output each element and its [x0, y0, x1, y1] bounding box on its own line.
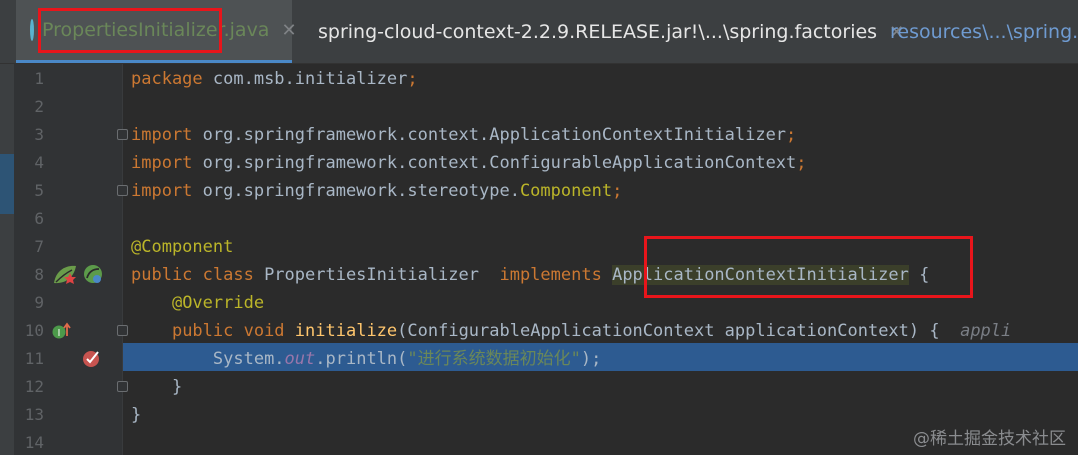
- code-line-12[interactable]: }: [131, 373, 182, 401]
- watermark: @稀土掘金技术社区: [913, 429, 1066, 449]
- editor-gutter: [14, 64, 122, 455]
- fold-marker[interactable]: [117, 381, 128, 392]
- call-end: );: [580, 349, 602, 369]
- close-tab-icon[interactable]: ✕: [281, 20, 296, 41]
- code-line-4[interactable]: import org.springframework.context.Confi…: [131, 149, 807, 177]
- code-line-11[interactable]: System.out.println("进行系统数据初始化");: [131, 345, 601, 373]
- annotation: @Component: [131, 237, 234, 257]
- tab-spring-factories[interactable]: spring-cloud-context-2.2.9.RELEASE.jar!\…: [296, 0, 904, 63]
- import-path: org.springframework.context.ApplicationC…: [192, 125, 787, 145]
- keyword: implements: [499, 265, 602, 285]
- import-path: org.springframework.context.Configurable…: [192, 153, 797, 173]
- implements-method-icon[interactable]: I: [51, 322, 73, 342]
- string-literal: "进行系统数据初始化": [407, 349, 581, 369]
- code-line-13[interactable]: }: [131, 401, 141, 429]
- annotation-box-interface: [644, 236, 973, 298]
- keyword: import: [131, 153, 193, 173]
- fold-marker[interactable]: [117, 325, 128, 336]
- code-line-5[interactable]: import org.springframework.stereotype.Co…: [131, 177, 622, 205]
- semicolon: ;: [786, 125, 797, 145]
- keyword: public class: [131, 265, 254, 285]
- tool-window-strip: [0, 64, 14, 455]
- line-number: 6: [34, 209, 44, 228]
- line-number: 10: [24, 321, 44, 340]
- code-line-3[interactable]: import org.springframework.context.Appli…: [131, 121, 796, 149]
- code-line-7[interactable]: @Component: [131, 233, 233, 261]
- strip-marker: [0, 154, 14, 214]
- line-number: 14: [24, 433, 44, 452]
- line-number: 9: [34, 293, 44, 312]
- tab-label: spring-cloud-context-2.2.9.RELEASE.jar!\…: [318, 21, 878, 43]
- line-number: 4: [34, 153, 44, 172]
- tab-label: resources\...\spring.: [890, 21, 1078, 43]
- method-name: initialize: [294, 321, 398, 341]
- line-number: 7: [34, 237, 44, 256]
- line-number: 8: [34, 265, 44, 284]
- java-class-icon: [30, 19, 34, 41]
- keyword: import: [131, 181, 193, 201]
- code-line-9[interactable]: @Override: [131, 289, 264, 317]
- package-name: com.msb.initializer: [202, 69, 408, 89]
- fold-marker[interactable]: [117, 185, 128, 196]
- brace: }: [131, 405, 142, 425]
- tab-resources-spring[interactable]: resources\...\spring.: [868, 0, 1078, 63]
- line-number: 2: [34, 97, 44, 116]
- brace: }: [171, 377, 183, 397]
- line-number: 1: [34, 69, 44, 88]
- gutter-separator: [122, 64, 123, 455]
- keyword: public void: [171, 321, 285, 341]
- annotation: @Override: [171, 293, 265, 313]
- semicolon: ;: [612, 181, 623, 201]
- keyword: import: [131, 125, 193, 145]
- svg-text:I: I: [58, 328, 61, 339]
- method-call: .println(: [315, 349, 408, 369]
- static-field: out: [284, 349, 316, 369]
- line-number: 12: [24, 377, 44, 396]
- breakpoint-icon[interactable]: [81, 347, 103, 369]
- line-number: 13: [24, 405, 44, 424]
- inlay-hint: appli: [960, 321, 1012, 341]
- keyword: package: [131, 69, 203, 89]
- line-number: 11: [24, 349, 44, 368]
- import-path: org.springframework.stereotype.: [192, 181, 520, 201]
- method-params: (ConfigurableApplicationContext applicat…: [397, 321, 961, 341]
- class-name: PropertiesInitializer: [253, 265, 500, 285]
- code-line-1[interactable]: package com.msb.initializer;: [131, 65, 418, 93]
- line-number: 5: [34, 181, 44, 200]
- semicolon: ;: [796, 153, 807, 173]
- spring-bean-icon[interactable]: [52, 263, 80, 287]
- code-line-10[interactable]: public void initialize(ConfigurableAppli…: [131, 317, 1011, 345]
- import-class: Component: [519, 181, 613, 201]
- system-class: System.: [212, 349, 285, 369]
- annotation-box-tab: [38, 8, 222, 53]
- semicolon: ;: [407, 69, 418, 89]
- spring-bean-navigation-icon[interactable]: [82, 263, 104, 285]
- fold-marker[interactable]: [117, 129, 128, 140]
- line-number: 3: [34, 125, 44, 144]
